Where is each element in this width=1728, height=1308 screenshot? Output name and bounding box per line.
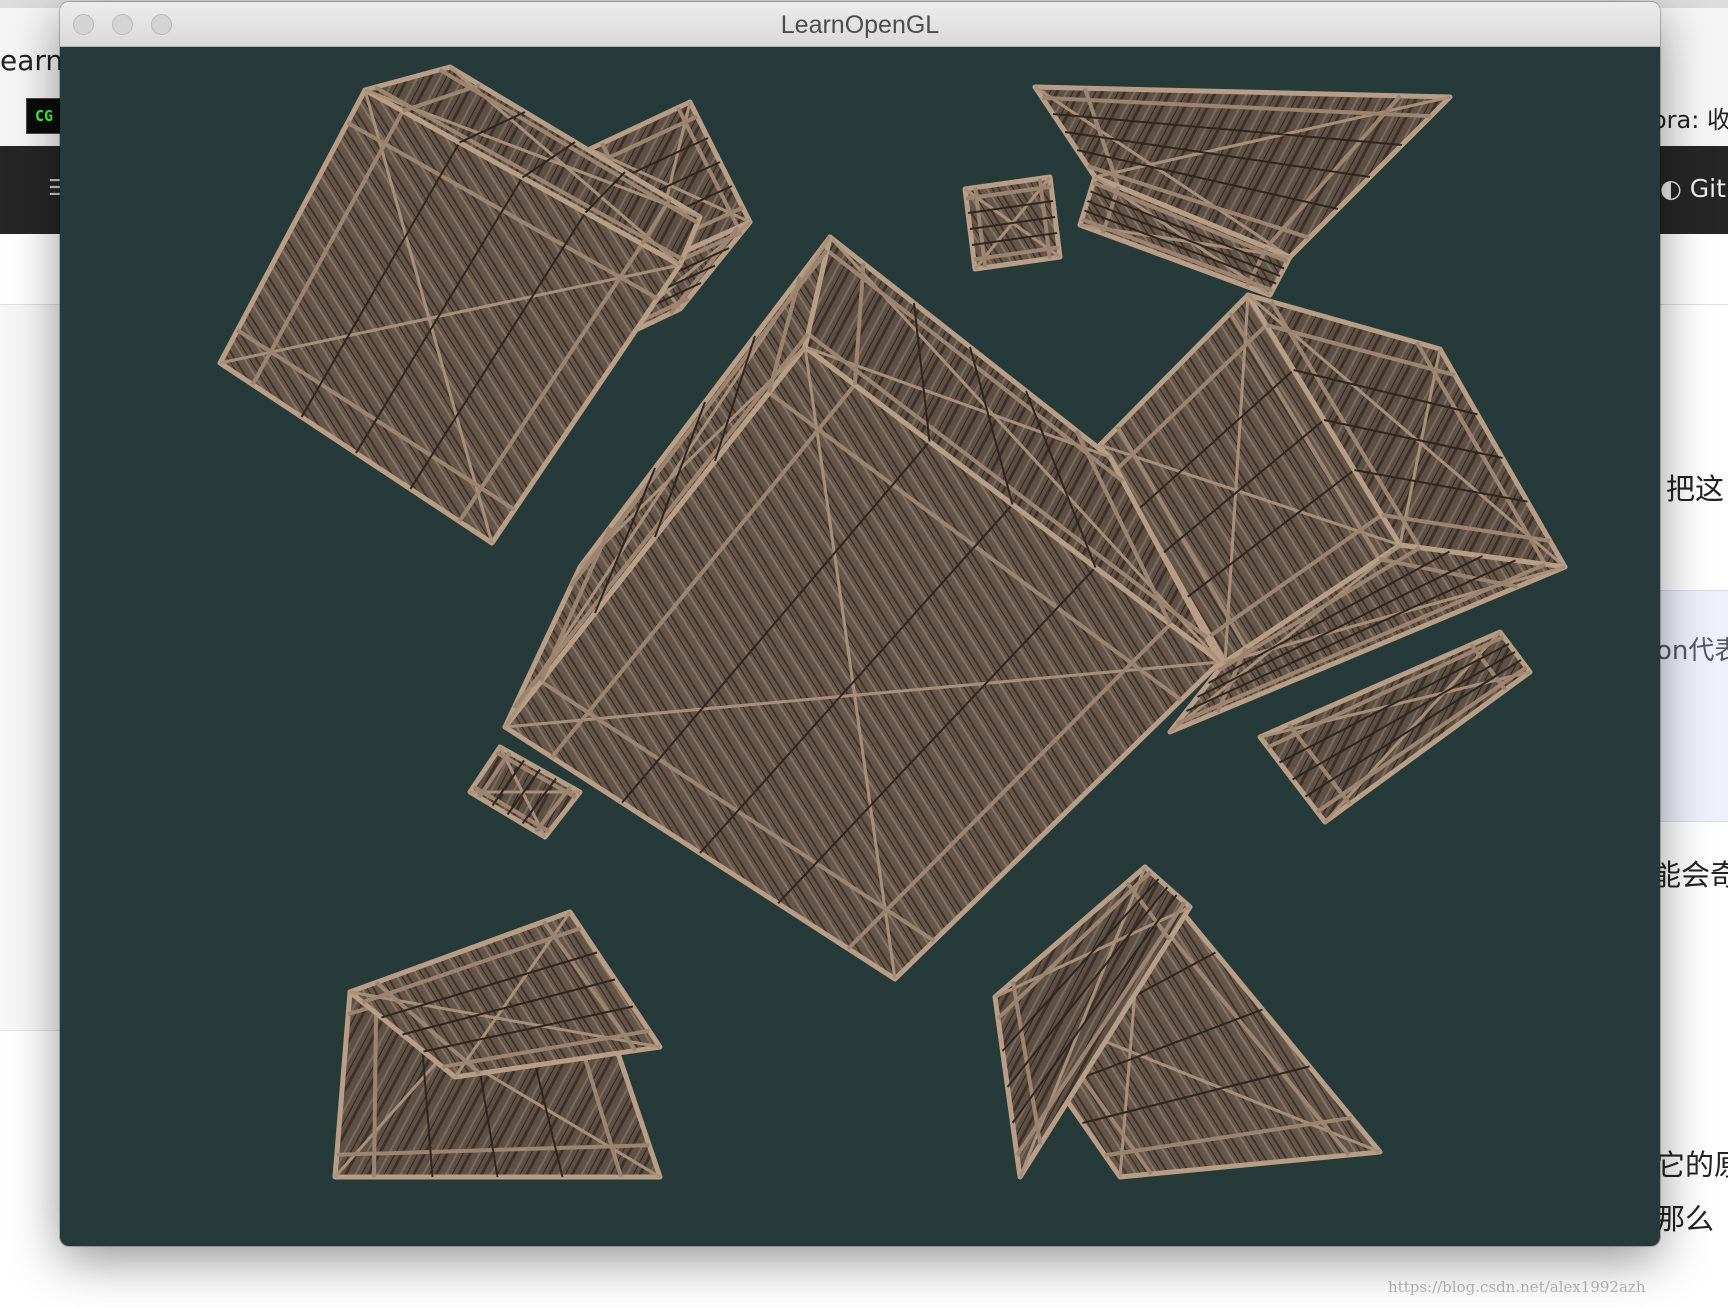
cg-bookmark-icon[interactable]: CG (26, 98, 62, 134)
crate-scene (217, 64, 1568, 1180)
article-text: 能会奇 (1652, 858, 1728, 892)
article-text: 那么 (1656, 1202, 1715, 1236)
window-title: LearnOpenGL (780, 11, 940, 39)
github-label: GitH (1689, 174, 1728, 203)
article-text: 把这 (1666, 472, 1725, 506)
gl-viewport[interactable] (60, 47, 1660, 1246)
github-link[interactable]: ◐ GitH (1660, 174, 1728, 203)
watermark: https://blog.csdn.net/alex1992azh (1388, 1278, 1646, 1296)
github-icon: ◐ (1660, 174, 1682, 203)
note-text: on代表 (1656, 636, 1728, 666)
side-panel (0, 305, 62, 1031)
crate-top-right (1032, 84, 1453, 298)
article-text: 它的原 (1656, 1148, 1728, 1182)
note-box (1660, 590, 1728, 822)
learnopengl-window[interactable]: LearnOpenGL (60, 2, 1660, 1246)
window-title-bar[interactable]: LearnOpenGL (60, 2, 1660, 47)
crate-bottom-left (332, 909, 663, 1180)
bookmark-item[interactable]: ora: 收 (1652, 100, 1728, 135)
crate-bottom-right (992, 864, 1383, 1180)
crate-small-distant (962, 174, 1063, 272)
address-text[interactable]: earn (0, 44, 63, 77)
